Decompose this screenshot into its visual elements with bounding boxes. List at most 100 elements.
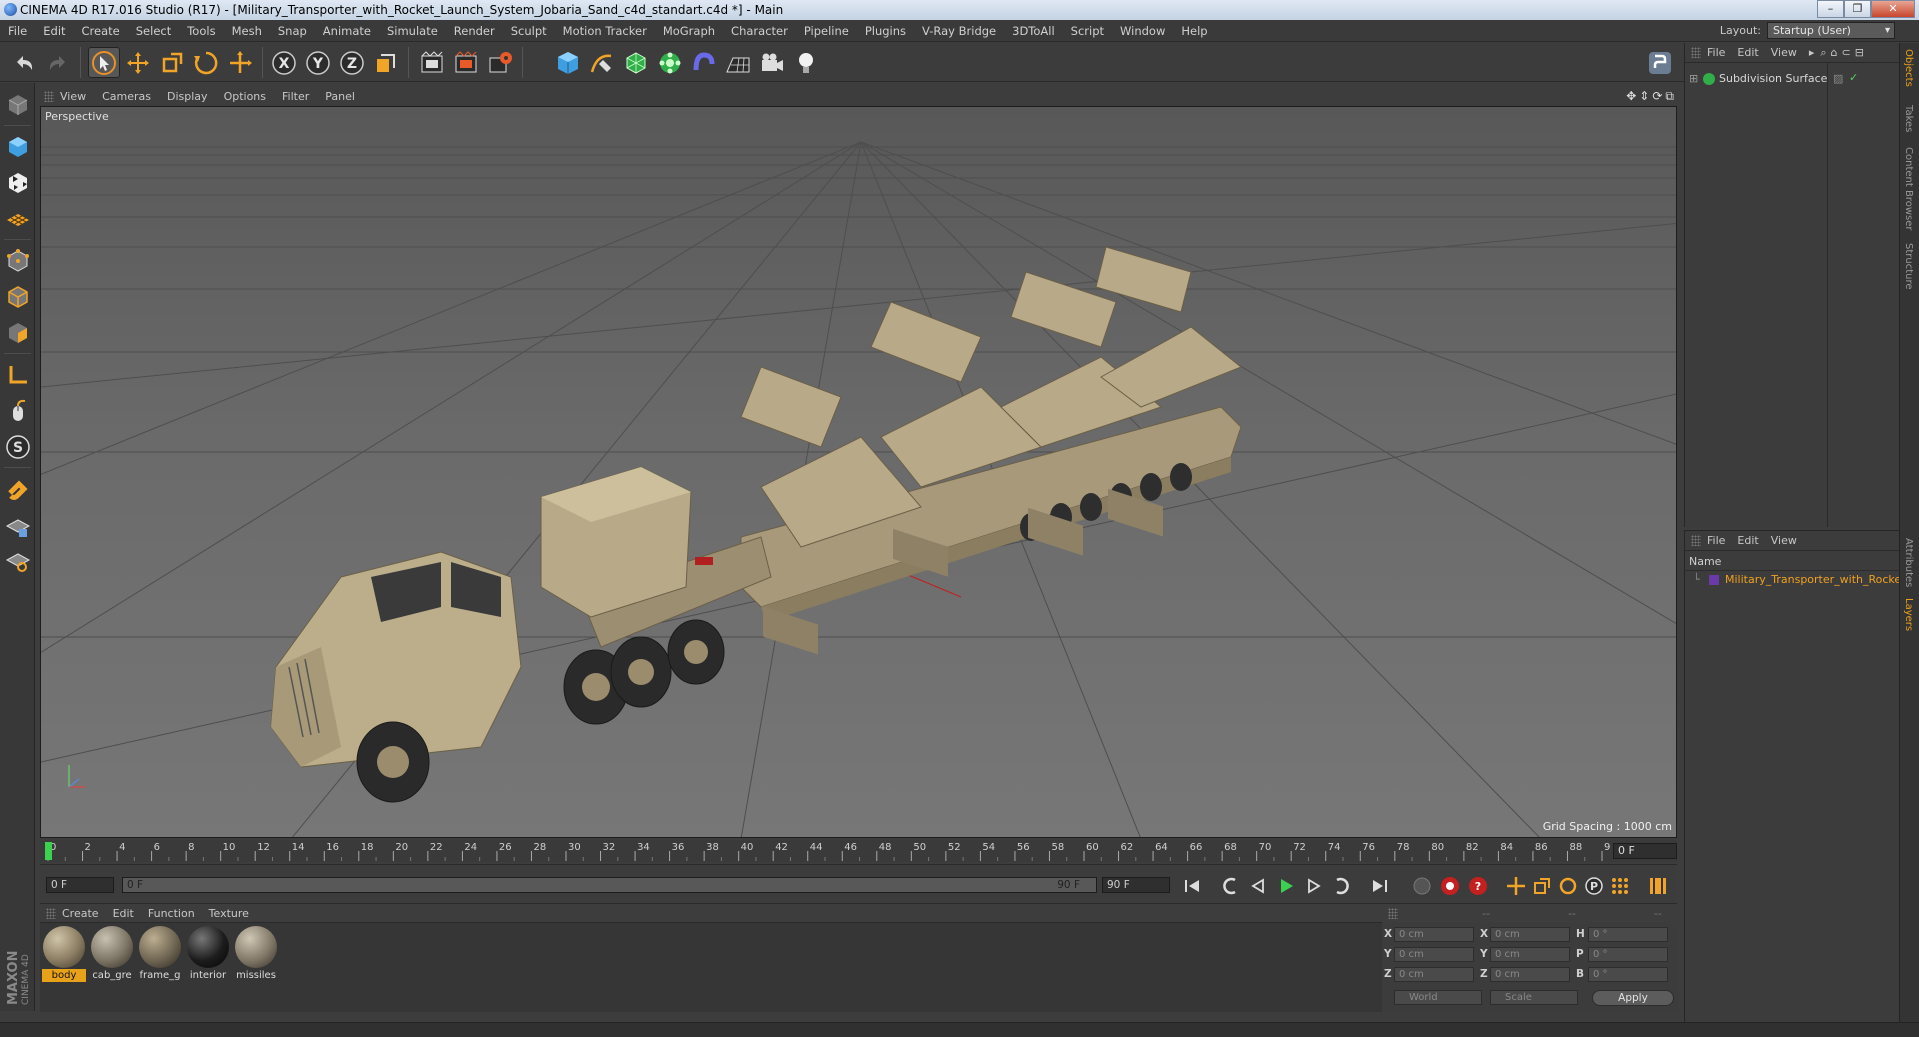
- position-y-field[interactable]: 0 cm: [1394, 947, 1474, 962]
- play-icon[interactable]: [1274, 874, 1298, 898]
- cube-primitive-icon[interactable]: [552, 47, 584, 78]
- key-pla-icon[interactable]: [1608, 874, 1632, 898]
- panel-grip[interactable]: [1691, 47, 1701, 58]
- playhead[interactable]: [45, 842, 52, 860]
- menu-mesh[interactable]: Mesh: [224, 24, 270, 38]
- render-view-icon[interactable]: [416, 47, 448, 78]
- preview-range-slider[interactable]: 0 F 90 F: [122, 877, 1097, 893]
- previous-frame-icon[interactable]: [1246, 874, 1270, 898]
- menu-sculpt[interactable]: Sculpt: [503, 24, 555, 38]
- material-body[interactable]: body: [42, 925, 86, 982]
- maximize-view-icon[interactable]: ⧉: [1665, 89, 1674, 104]
- layer-menu-view[interactable]: View: [1771, 534, 1797, 547]
- position-x-field[interactable]: 0 cm: [1394, 927, 1474, 942]
- go-to-start-icon[interactable]: [1180, 874, 1204, 898]
- polygons-mode-icon[interactable]: [2, 317, 33, 348]
- subdivision-surface-icon[interactable]: [620, 47, 652, 78]
- material-menu-function[interactable]: Function: [148, 907, 195, 920]
- menu-plugins[interactable]: Plugins: [857, 24, 914, 38]
- menu-snap[interactable]: Snap: [270, 24, 315, 38]
- python-icon[interactable]: [1644, 47, 1676, 78]
- camera-icon[interactable]: [756, 47, 788, 78]
- end-frame-field[interactable]: 90 F: [1102, 877, 1170, 893]
- timeline-window-icon[interactable]: [1646, 874, 1670, 898]
- material-cab-gre[interactable]: cab_gre: [90, 925, 134, 981]
- viewport-menu-panel[interactable]: Panel: [325, 90, 365, 103]
- viewport-menu-display[interactable]: Display: [167, 90, 218, 103]
- menu-animate[interactable]: Animate: [315, 24, 379, 38]
- menu-render[interactable]: Render: [446, 24, 503, 38]
- planar-workplane-icon[interactable]: [2, 545, 33, 576]
- tab-attributes[interactable]: Attributes: [1903, 538, 1914, 587]
- coordinate-system-icon[interactable]: [370, 47, 402, 78]
- size-z-field[interactable]: 0 cm: [1490, 967, 1570, 982]
- coordinate-mode-select[interactable]: Scale: [1490, 990, 1578, 1005]
- model-mode-icon[interactable]: [2, 131, 33, 162]
- texture-mode-icon[interactable]: [2, 167, 33, 198]
- material-interior[interactable]: interior: [186, 925, 230, 981]
- spline-pen-icon[interactable]: [586, 47, 618, 78]
- magnet-icon[interactable]: [2, 475, 33, 506]
- rotation-h-field[interactable]: 0 °: [1588, 927, 1668, 942]
- expand-icon[interactable]: ⊞: [1689, 72, 1698, 85]
- record-keys-disabled-icon[interactable]: [1410, 874, 1434, 898]
- material-menu-create[interactable]: Create: [62, 907, 99, 920]
- previous-key-icon[interactable]: [1218, 874, 1242, 898]
- next-frame-icon[interactable]: [1302, 874, 1326, 898]
- position-z-field[interactable]: 0 cm: [1394, 967, 1474, 982]
- close-button[interactable]: ✕: [1871, 0, 1915, 18]
- timeline-ruler[interactable]: 0 2 4 6 8 10 12 14 16 18 20 22 24 26 28 30 32 34 36 38 40 42 4…: [40, 840, 1677, 862]
- minimize-button[interactable]: –: [1817, 0, 1844, 18]
- key-parameter-icon[interactable]: P: [1582, 874, 1606, 898]
- dolly-icon[interactable]: ⇕: [1639, 89, 1649, 104]
- rotation-p-field[interactable]: 0 °: [1588, 947, 1668, 962]
- tab-takes[interactable]: Takes: [1903, 105, 1914, 132]
- menu-mograph[interactable]: MoGraph: [655, 24, 723, 38]
- object-menu-more-icon[interactable]: ▸: [1809, 46, 1815, 59]
- start-frame-field[interactable]: 0 F: [46, 877, 114, 893]
- perspective-viewport[interactable]: Perspective Grid Spacing : 1000 cm: [40, 106, 1677, 838]
- material-missiles[interactable]: missiles: [234, 925, 278, 981]
- menu-select[interactable]: Select: [128, 24, 179, 38]
- rotation-b-field[interactable]: 0 °: [1588, 967, 1668, 982]
- y-axis-lock-button[interactable]: Y: [302, 47, 334, 78]
- viewport-menu-options[interactable]: Options: [224, 90, 276, 103]
- layer-menu-file[interactable]: File: [1707, 534, 1725, 547]
- layout-select[interactable]: Startup (User): [1767, 22, 1895, 39]
- panel-grip[interactable]: [1388, 908, 1398, 919]
- scale-tool-icon[interactable]: [156, 47, 188, 78]
- menu-pipeline[interactable]: Pipeline: [796, 24, 857, 38]
- tweak-mode-icon[interactable]: [2, 395, 33, 426]
- new-window-icon[interactable]: ⊟: [1855, 46, 1864, 59]
- menu-simulate[interactable]: Simulate: [379, 24, 446, 38]
- material-menu-edit[interactable]: Edit: [113, 907, 134, 920]
- menu-edit[interactable]: Edit: [35, 24, 73, 38]
- visibility-toggle-icon[interactable]: ▨: [1833, 72, 1843, 85]
- layer-row[interactable]: └ Military_Transporter_with_Rocket: [1685, 572, 1905, 588]
- deformer-icon[interactable]: [688, 47, 720, 78]
- restore-button[interactable]: ❐: [1844, 0, 1871, 18]
- viewport-menu-filter[interactable]: Filter: [282, 90, 319, 103]
- menu-create[interactable]: Create: [74, 24, 128, 38]
- floor-icon[interactable]: [722, 47, 754, 78]
- menu-motion-tracker[interactable]: Motion Tracker: [555, 24, 655, 38]
- cloner-icon[interactable]: [654, 47, 686, 78]
- object-menu-edit[interactable]: Edit: [1737, 46, 1758, 59]
- object-menu-file[interactable]: File: [1707, 46, 1725, 59]
- snap-toggle-icon[interactable]: S: [2, 431, 33, 462]
- x-axis-lock-button[interactable]: X: [268, 47, 300, 78]
- home-icon[interactable]: ⌂: [1831, 46, 1838, 59]
- next-key-icon[interactable]: [1330, 874, 1354, 898]
- make-editable-icon[interactable]: [2, 89, 33, 120]
- redo-icon[interactable]: [42, 47, 74, 78]
- size-x-field[interactable]: 0 cm: [1490, 927, 1570, 942]
- menu-tools[interactable]: Tools: [179, 24, 223, 38]
- panel-grip[interactable]: [1691, 535, 1701, 546]
- render-settings-icon[interactable]: [484, 47, 516, 78]
- go-to-end-icon[interactable]: [1368, 874, 1392, 898]
- object-menu-view[interactable]: View: [1771, 46, 1797, 59]
- transform-tool-icon[interactable]: [224, 47, 256, 78]
- menu-script[interactable]: Script: [1063, 24, 1112, 38]
- autokeying-icon[interactable]: ?: [1466, 874, 1490, 898]
- record-active-objects-icon[interactable]: [1438, 874, 1462, 898]
